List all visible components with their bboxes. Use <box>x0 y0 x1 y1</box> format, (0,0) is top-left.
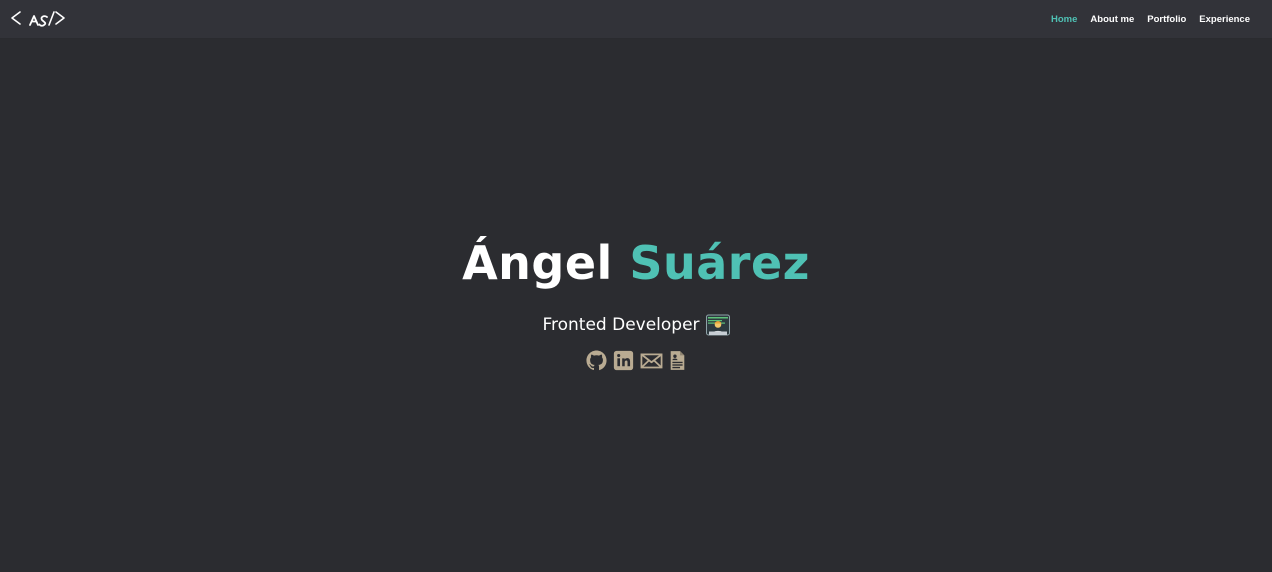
mail-icon <box>640 353 663 369</box>
as-code-logo-icon <box>11 11 65 27</box>
resume-icon <box>670 351 685 370</box>
technologist-emoji <box>705 314 730 336</box>
social-links <box>0 350 1272 371</box>
github-icon <box>586 350 607 371</box>
role-line: Fronted Developer <box>0 314 1272 336</box>
nav-link-about-me[interactable]: About me <box>1090 14 1134 25</box>
linkedin-link[interactable] <box>613 350 634 371</box>
logo-link[interactable] <box>10 9 68 31</box>
mail-link[interactable] <box>640 350 663 371</box>
nav-link-portfolio[interactable]: Portfolio <box>1147 14 1186 25</box>
nav-link-home[interactable]: Home <box>1051 14 1077 25</box>
github-link[interactable] <box>586 350 607 371</box>
nav-link-experience[interactable]: Experience <box>1199 14 1250 25</box>
nav-menu: Home About me Portfolio Experience <box>1051 0 1250 39</box>
hero-name: Ángel Suárez <box>0 233 1272 293</box>
hero-section: Ángel Suárez Fronted Developer <box>0 40 1272 572</box>
resume-link[interactable] <box>669 350 686 371</box>
first-name: Ángel <box>462 236 613 290</box>
linkedin-icon <box>613 350 634 371</box>
last-name: Suárez <box>629 236 810 290</box>
role-text: Fronted Developer <box>542 315 700 335</box>
navbar: Home About me Portfolio Experience <box>0 0 1272 39</box>
